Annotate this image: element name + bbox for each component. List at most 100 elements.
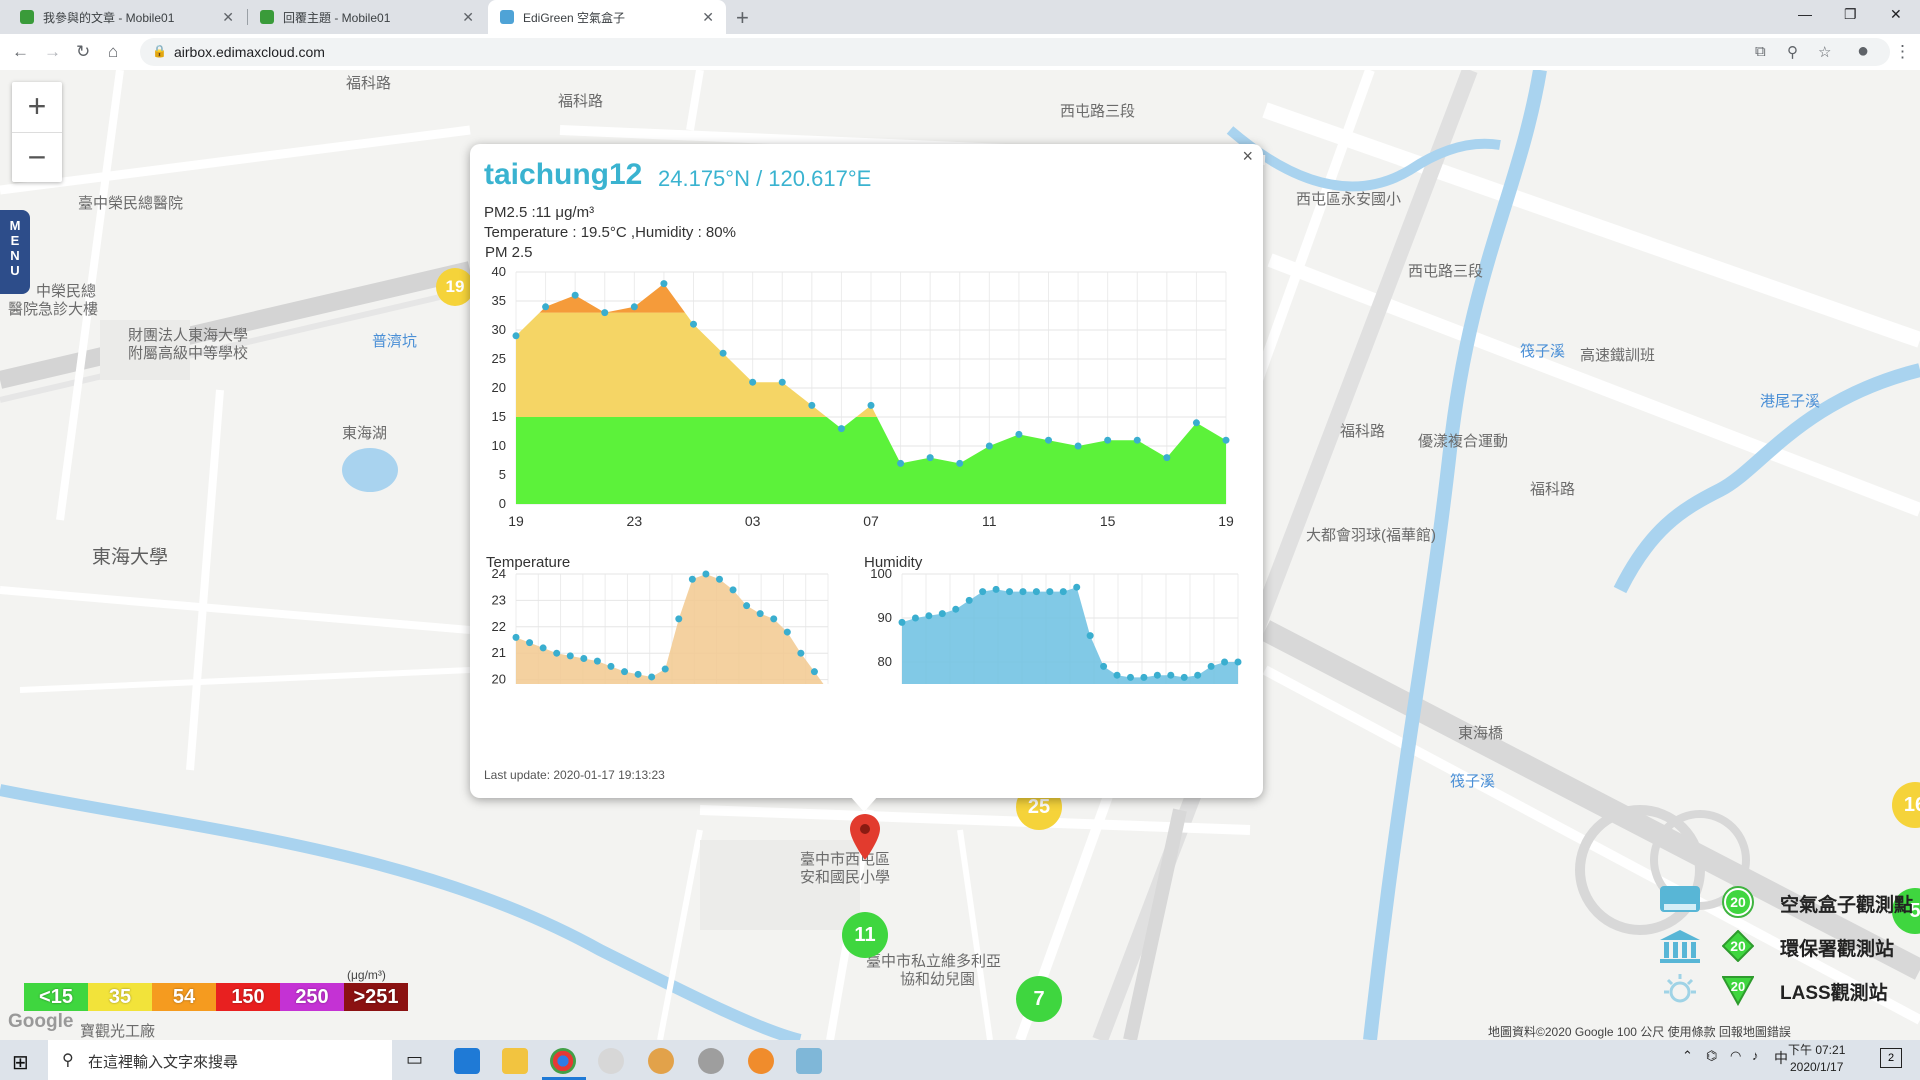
data-point bbox=[797, 649, 805, 657]
windows-start-icon[interactable]: ⊞ bbox=[12, 1050, 29, 1075]
data-point bbox=[539, 644, 547, 652]
data-point bbox=[553, 649, 561, 657]
blender-icon[interactable] bbox=[748, 1048, 774, 1074]
menu-tab-button[interactable]: MENU bbox=[0, 210, 30, 294]
station-marker[interactable]: 7 bbox=[1016, 976, 1062, 1022]
station-marker[interactable]: 19 bbox=[436, 268, 474, 306]
x-tick-label: 07 bbox=[863, 513, 879, 529]
map-street-label: 福科路 bbox=[1530, 481, 1576, 498]
popup-pointer bbox=[850, 796, 878, 812]
station-marker-selected[interactable]: 11 bbox=[842, 912, 888, 958]
forward-arrow-icon[interactable]: → bbox=[44, 42, 61, 62]
new-tab-plus-icon[interactable]: + bbox=[736, 5, 749, 31]
network-icon[interactable]: ⌬ bbox=[1706, 1048, 1717, 1064]
data-point bbox=[1045, 436, 1052, 444]
zoom-in-button[interactable]: + bbox=[12, 82, 62, 132]
notification-center-icon[interactable]: 2 bbox=[1880, 1048, 1902, 1068]
address-bar[interactable]: 🔒 airbox.edimaxcloud.com ⧉ ⚲ ☆ bbox=[140, 38, 1890, 66]
system-clock[interactable]: 下午 07:21 2020/1/17 bbox=[1788, 1042, 1845, 1076]
legend-label: 環保署觀測站 bbox=[1780, 939, 1895, 960]
y-tick-label: 90 bbox=[878, 610, 892, 625]
y-tick-label: 22 bbox=[492, 619, 506, 634]
edge-browser-icon[interactable] bbox=[454, 1048, 480, 1074]
restore-icon[interactable]: ❐ bbox=[1844, 6, 1857, 23]
ime-indicator[interactable]: 中 bbox=[1774, 1048, 1788, 1068]
app-icon[interactable] bbox=[648, 1048, 674, 1074]
x-tick-label: 19 bbox=[508, 513, 524, 529]
legend-epa-station: 20 環保署觀測站 bbox=[1658, 926, 1920, 966]
window-close-icon[interactable]: ✕ bbox=[1890, 6, 1902, 23]
data-point bbox=[1180, 673, 1188, 681]
pm25-chart-title: PM 2.5 bbox=[485, 244, 533, 261]
translate-icon[interactable]: ⧉ bbox=[1755, 43, 1766, 60]
station-coordinates: 24.175°N / 120.617°E bbox=[658, 166, 872, 191]
bookmark-star-icon[interactable]: ☆ bbox=[1818, 43, 1831, 61]
y-tick-label: 35 bbox=[492, 293, 506, 308]
volume-icon[interactable]: ♪ bbox=[1752, 1048, 1759, 1063]
data-point bbox=[956, 459, 964, 467]
legend-level-hazardous: >251 bbox=[344, 983, 408, 1011]
zoom-out-button[interactable]: − bbox=[12, 132, 62, 183]
location-pin-icon[interactable] bbox=[850, 814, 880, 860]
map-attribution[interactable]: 地圖資料©2020 Google 100 公尺 使用條款 回報地圖錯誤 bbox=[1488, 1023, 1791, 1040]
app-icon[interactable] bbox=[796, 1048, 822, 1074]
zoom-magnifier-icon[interactable]: ⚲ bbox=[1787, 43, 1798, 61]
map-poi-label: 附屬高級中等學校 bbox=[128, 345, 249, 362]
taskbar-search-placeholder: 在這裡輸入文字來搜尋 bbox=[88, 1054, 239, 1071]
tab-close-icon[interactable]: ✕ bbox=[222, 9, 234, 26]
area-band bbox=[516, 417, 1226, 504]
data-point bbox=[1153, 671, 1161, 679]
search-icon: ⚲ bbox=[62, 1052, 74, 1069]
tab-title: EdiGreen 空氣盒子 bbox=[523, 10, 626, 25]
profile-avatar-icon[interactable]: ● bbox=[1857, 40, 1869, 63]
data-point bbox=[925, 612, 933, 620]
data-point bbox=[1113, 671, 1121, 679]
data-point bbox=[688, 575, 696, 583]
data-point bbox=[1163, 454, 1171, 462]
popup-close-button[interactable]: × bbox=[1242, 146, 1253, 167]
airbox-device-icon bbox=[1660, 886, 1700, 912]
reload-icon[interactable]: ↻ bbox=[76, 42, 90, 62]
y-tick-label: 20 bbox=[492, 672, 506, 684]
map-poi-label: 東海湖 bbox=[342, 425, 388, 442]
minimize-icon[interactable]: — bbox=[1798, 6, 1812, 22]
tab-edigreen-airbox[interactable]: EdiGreen 空氣盒子 ✕ bbox=[488, 0, 726, 34]
zoom-control: + − bbox=[12, 82, 62, 182]
chrome-browser-icon[interactable] bbox=[550, 1048, 576, 1074]
edigreen-favicon-icon bbox=[500, 10, 514, 24]
app-icon[interactable] bbox=[598, 1048, 624, 1074]
data-point bbox=[985, 442, 993, 450]
map-water-label: 筏子溪 bbox=[1450, 773, 1496, 790]
map-poi-label: 安和國民小學 bbox=[800, 869, 891, 886]
tab-close-icon[interactable]: ✕ bbox=[702, 9, 714, 26]
data-point bbox=[1222, 436, 1230, 444]
chrome-menu-icon[interactable]: ⋮ bbox=[1894, 42, 1911, 62]
data-point bbox=[749, 378, 757, 386]
data-point bbox=[1133, 436, 1141, 444]
clock-time: 下午 07:21 bbox=[1788, 1043, 1846, 1057]
legend-level-sensitive: 54 bbox=[152, 983, 216, 1011]
tab-close-icon[interactable]: ✕ bbox=[462, 9, 474, 26]
wifi-icon[interactable]: ◠ bbox=[1730, 1048, 1741, 1064]
data-point bbox=[648, 673, 656, 681]
task-view-icon[interactable]: ▭ bbox=[406, 1049, 423, 1070]
back-arrow-icon[interactable]: ← bbox=[12, 42, 29, 62]
data-point bbox=[992, 585, 1000, 593]
tab-mobile01-articles[interactable]: 我參與的文章 - Mobile01 ✕ bbox=[0, 0, 246, 34]
map-street-label: 西屯路三段 bbox=[1060, 103, 1136, 120]
file-explorer-icon[interactable] bbox=[502, 1048, 528, 1074]
data-point bbox=[1059, 588, 1067, 596]
tab-title: 我參與的文章 - Mobile01 bbox=[43, 10, 175, 25]
taskbar-search-box[interactable]: ⚲ 在這裡輸入文字來搜尋 bbox=[48, 1040, 392, 1080]
app-icon[interactable] bbox=[698, 1048, 724, 1074]
mobile01-favicon-icon bbox=[260, 10, 274, 24]
data-point bbox=[898, 618, 906, 626]
data-point bbox=[702, 570, 710, 578]
home-icon[interactable]: ⌂ bbox=[108, 42, 118, 62]
menu-label: MENU bbox=[9, 218, 21, 278]
data-point bbox=[979, 588, 987, 596]
tab-mobile01-reply[interactable]: 回覆主題 - Mobile01 ✕ bbox=[248, 0, 486, 34]
windows-taskbar: ⊞ ⚲ 在這裡輸入文字來搜尋 ▭ ⌃ ⌬ ◠ ♪ 中 下午 07:21 2020… bbox=[0, 1040, 1920, 1080]
tray-overflow-icon[interactable]: ⌃ bbox=[1682, 1048, 1693, 1064]
data-point bbox=[1192, 419, 1200, 427]
